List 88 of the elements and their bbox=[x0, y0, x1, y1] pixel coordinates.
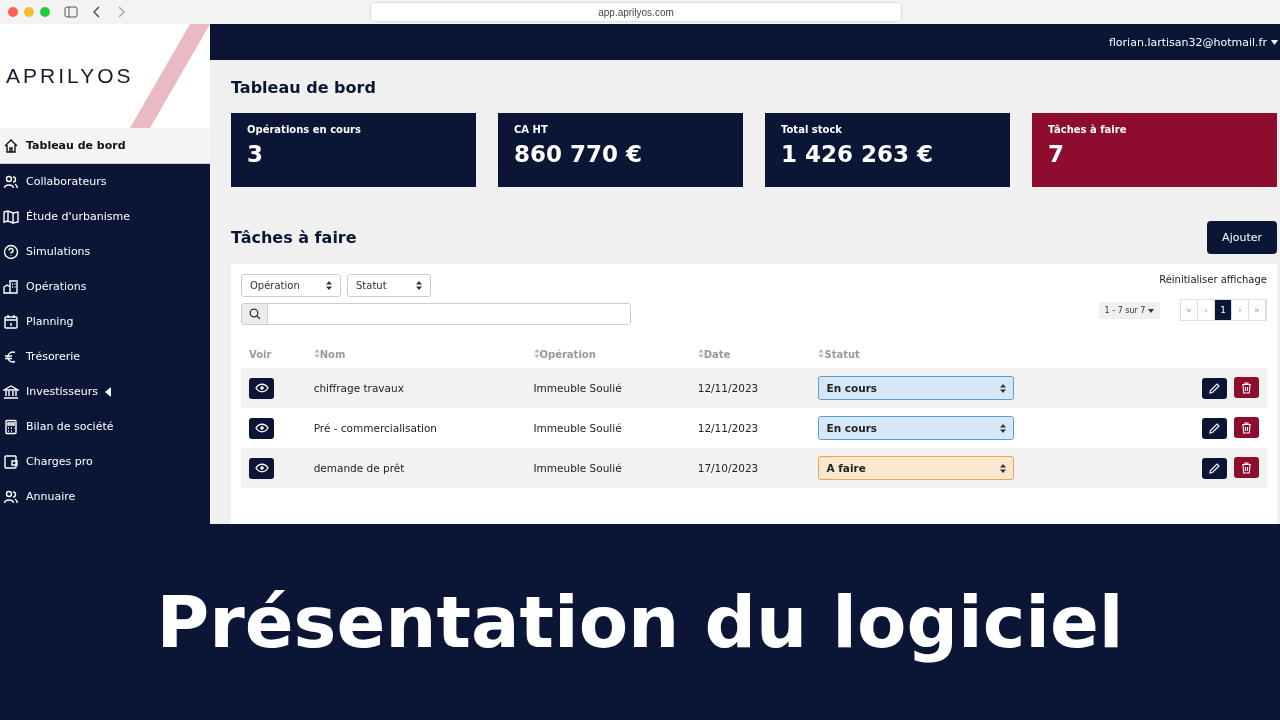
sort-arrows-icon bbox=[326, 281, 332, 290]
table-cell: chiffrage travaux bbox=[305, 368, 526, 408]
sort-arrows-icon bbox=[1000, 423, 1007, 433]
stat-value: 3 bbox=[247, 141, 264, 167]
caret-icon bbox=[1148, 308, 1154, 313]
pagination-button[interactable]: 1 bbox=[1215, 300, 1232, 320]
reset-link[interactable]: Réinitialiser affichage bbox=[1159, 274, 1267, 285]
delete-button[interactable] bbox=[1234, 457, 1259, 479]
column-header: Voir bbox=[241, 341, 306, 368]
caret-icon[interactable] bbox=[1271, 39, 1278, 45]
sort-icon bbox=[313, 349, 320, 358]
pencil-icon bbox=[1208, 462, 1220, 474]
eye-icon bbox=[254, 383, 269, 393]
address-bar[interactable]: app.aprilyos.com bbox=[370, 2, 902, 22]
sort-icon bbox=[533, 349, 540, 358]
trash-icon bbox=[1241, 421, 1252, 434]
table-cell: Immeuble Soulié bbox=[525, 368, 690, 408]
search-icon bbox=[248, 308, 261, 320]
eye-icon bbox=[254, 423, 269, 433]
sort-arrows-icon bbox=[1000, 463, 1007, 473]
back-icon[interactable] bbox=[92, 6, 102, 18]
stat-label: Opérations en cours bbox=[247, 124, 362, 135]
page-size-dropdown[interactable]: 1 - 7 sur 7 bbox=[1098, 301, 1160, 319]
user-menu[interactable]: florian.lartisan32@hotmail.fr bbox=[1108, 35, 1267, 49]
view-button[interactable] bbox=[249, 417, 274, 439]
edit-button[interactable] bbox=[1201, 457, 1227, 479]
home-icon bbox=[3, 137, 19, 154]
sort-arrows-icon bbox=[1000, 383, 1007, 393]
sidebar-item[interactable]: Annuaire bbox=[0, 479, 210, 514]
trash-icon bbox=[1241, 461, 1252, 474]
filter-select[interactable]: Opération bbox=[241, 274, 341, 297]
status-select[interactable]: En cours bbox=[818, 376, 1015, 400]
status-select[interactable]: A faire bbox=[818, 456, 1015, 480]
table-cell: Immeuble Soulié bbox=[525, 408, 690, 448]
bank-icon bbox=[3, 383, 19, 400]
logo: APRILYOS bbox=[6, 64, 134, 88]
trash-icon bbox=[1241, 381, 1252, 394]
stat-value: 860 770 € bbox=[514, 141, 644, 167]
table-cell: demande de prêt bbox=[305, 448, 526, 488]
users-icon bbox=[3, 173, 19, 190]
filter-select[interactable]: Statut bbox=[347, 274, 431, 297]
search-field[interactable] bbox=[241, 303, 631, 325]
stat-value: 7 bbox=[1048, 141, 1065, 167]
delete-button[interactable] bbox=[1234, 377, 1259, 399]
table-cell: Immeuble Soulié bbox=[525, 448, 690, 488]
banner-title: Présentation du logiciel bbox=[156, 580, 1124, 664]
wallet-icon bbox=[3, 453, 19, 470]
building-icon bbox=[3, 278, 19, 295]
question-icon bbox=[3, 243, 19, 260]
calculator-icon bbox=[3, 418, 19, 435]
table-cell: Pré - commercialisation bbox=[305, 408, 526, 448]
stat-label: CA HT bbox=[514, 124, 549, 135]
status-select[interactable]: En cours bbox=[818, 416, 1015, 440]
map-icon bbox=[3, 208, 19, 225]
stat-label: Tâches à faire bbox=[1048, 124, 1128, 135]
sort-arrows-icon bbox=[416, 281, 422, 290]
add-button[interactable]: Ajouter bbox=[1207, 221, 1277, 254]
calendar-icon bbox=[3, 313, 19, 330]
users-icon bbox=[3, 488, 19, 505]
eye-icon bbox=[254, 463, 269, 473]
sidebar-item[interactable]: Tableau de bord bbox=[0, 128, 210, 164]
sidebar-item[interactable]: Opérations bbox=[0, 269, 210, 304]
sort-icon bbox=[697, 349, 704, 358]
view-button[interactable] bbox=[249, 377, 274, 399]
sidebar-item[interactable]: Collaborateurs bbox=[0, 164, 210, 199]
edit-button[interactable] bbox=[1201, 377, 1227, 399]
page-title: Tableau de bord bbox=[231, 78, 377, 97]
stat-value: 1 426 263 € bbox=[781, 141, 935, 167]
sidebar-item[interactable]: Étude d'urbanisme bbox=[0, 199, 210, 234]
sidebar-item[interactable]: Trésorerie bbox=[0, 339, 210, 374]
section-title: Tâches à faire bbox=[231, 228, 357, 247]
delete-button[interactable] bbox=[1234, 417, 1259, 439]
stat-label: Total stock bbox=[781, 124, 843, 135]
sidebar-item[interactable]: Simulations bbox=[0, 234, 210, 269]
view-button[interactable] bbox=[249, 457, 274, 479]
table-cell: 12/11/2023 bbox=[689, 368, 811, 408]
sidebar-toggle-icon[interactable] bbox=[64, 6, 78, 18]
sidebar-item[interactable]: Charges pro bbox=[0, 444, 210, 479]
table-cell: 12/11/2023 bbox=[689, 408, 811, 448]
pencil-icon bbox=[1208, 382, 1220, 394]
sidebar-item[interactable]: Investisseurs bbox=[0, 374, 210, 409]
sidebar-item[interactable]: Planning bbox=[0, 304, 210, 339]
table-cell: 17/10/2023 bbox=[689, 448, 811, 488]
pencil-icon bbox=[1208, 422, 1220, 434]
sort-icon bbox=[818, 349, 825, 358]
close-window-icon[interactable] bbox=[8, 7, 18, 17]
sidebar-item[interactable]: Bilan de société bbox=[0, 409, 210, 444]
edit-button[interactable] bbox=[1201, 417, 1227, 439]
